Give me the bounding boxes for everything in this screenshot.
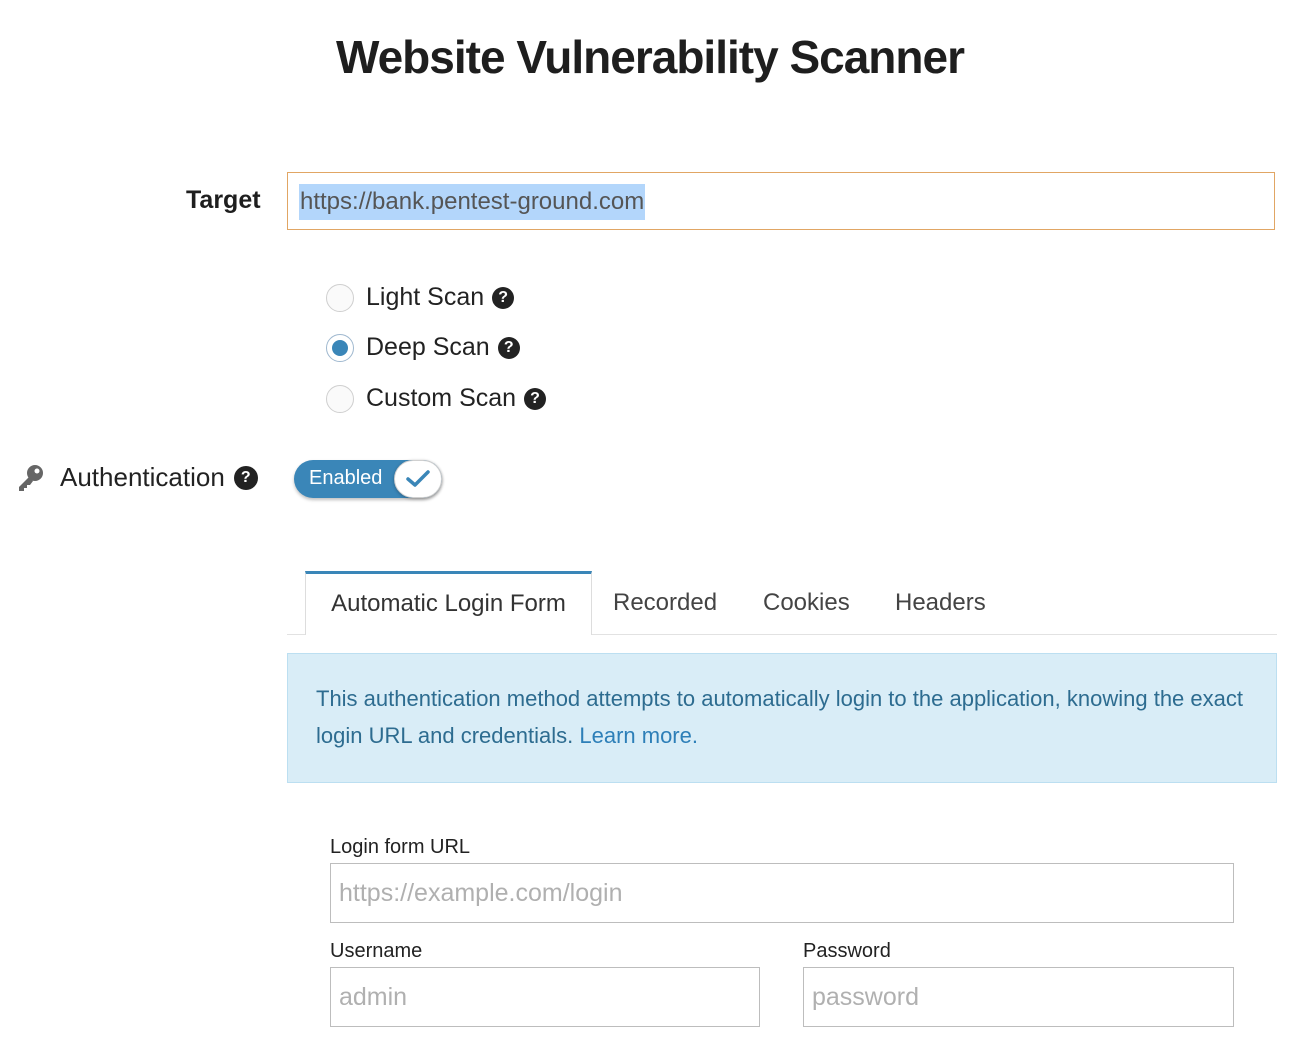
radio-button[interactable] <box>326 333 354 362</box>
check-icon <box>406 470 430 487</box>
scanner-page: Website Vulnerability Scanner Target htt… <box>0 0 1300 1042</box>
tab-headers[interactable]: Headers <box>895 571 986 634</box>
radio-deep-scan[interactable]: Deep Scan ? <box>326 333 520 362</box>
password-input[interactable]: password <box>803 967 1234 1027</box>
radio-button[interactable] <box>326 283 354 312</box>
tab-automatic-login-form[interactable]: Automatic Login Form <box>305 571 592 635</box>
radio-light-scan[interactable]: Light Scan ? <box>326 283 515 312</box>
info-box: This authentication method attempts to a… <box>287 653 1277 783</box>
radio-label: Custom Scan <box>366 384 517 412</box>
password-label: Password <box>803 940 891 962</box>
auth-method-tabs: Automatic Login Form Recorded Cookies He… <box>287 571 1277 635</box>
radio-label: Deep Scan <box>366 333 490 361</box>
key-icon <box>19 464 43 491</box>
authentication-row: Authentication ? <box>16 462 258 493</box>
question-circle-icon[interactable]: ? <box>497 336 520 359</box>
target-input[interactable]: https://bank.pentest-ground.com <box>287 172 1275 230</box>
login-url-label: Login form URL <box>330 836 471 858</box>
question-circle-icon[interactable]: ? <box>492 286 515 309</box>
radio-custom-scan[interactable]: Custom Scan ? <box>326 384 547 413</box>
learn-more-link[interactable]: Learn more. <box>579 723 698 748</box>
authentication-label: Authentication <box>60 462 225 492</box>
page-title: Website Vulnerability Scanner <box>336 31 965 83</box>
info-text: This authentication method attempts to a… <box>316 686 1243 748</box>
toggle-knob[interactable] <box>394 460 442 498</box>
radio-button[interactable] <box>326 384 354 413</box>
toggle-label: Enabled <box>309 467 383 489</box>
login-url-input[interactable]: https://example.com/login <box>330 863 1234 923</box>
username-placeholder: admin <box>339 983 408 1011</box>
tab-cookies[interactable]: Cookies <box>763 571 850 634</box>
tab-recorded[interactable]: Recorded <box>613 571 717 634</box>
password-placeholder: password <box>812 983 919 1011</box>
username-label: Username <box>330 940 423 962</box>
username-input[interactable]: admin <box>330 967 760 1027</box>
question-circle-icon[interactable]: ? <box>233 465 258 490</box>
login-url-placeholder: https://example.com/login <box>339 879 623 907</box>
authentication-toggle[interactable]: Enabled <box>294 460 442 498</box>
radio-label: Light Scan <box>366 283 485 311</box>
target-label: Target <box>186 186 261 214</box>
question-circle-icon[interactable]: ? <box>524 387 547 410</box>
target-input-value: https://bank.pentest-ground.com <box>299 184 646 220</box>
